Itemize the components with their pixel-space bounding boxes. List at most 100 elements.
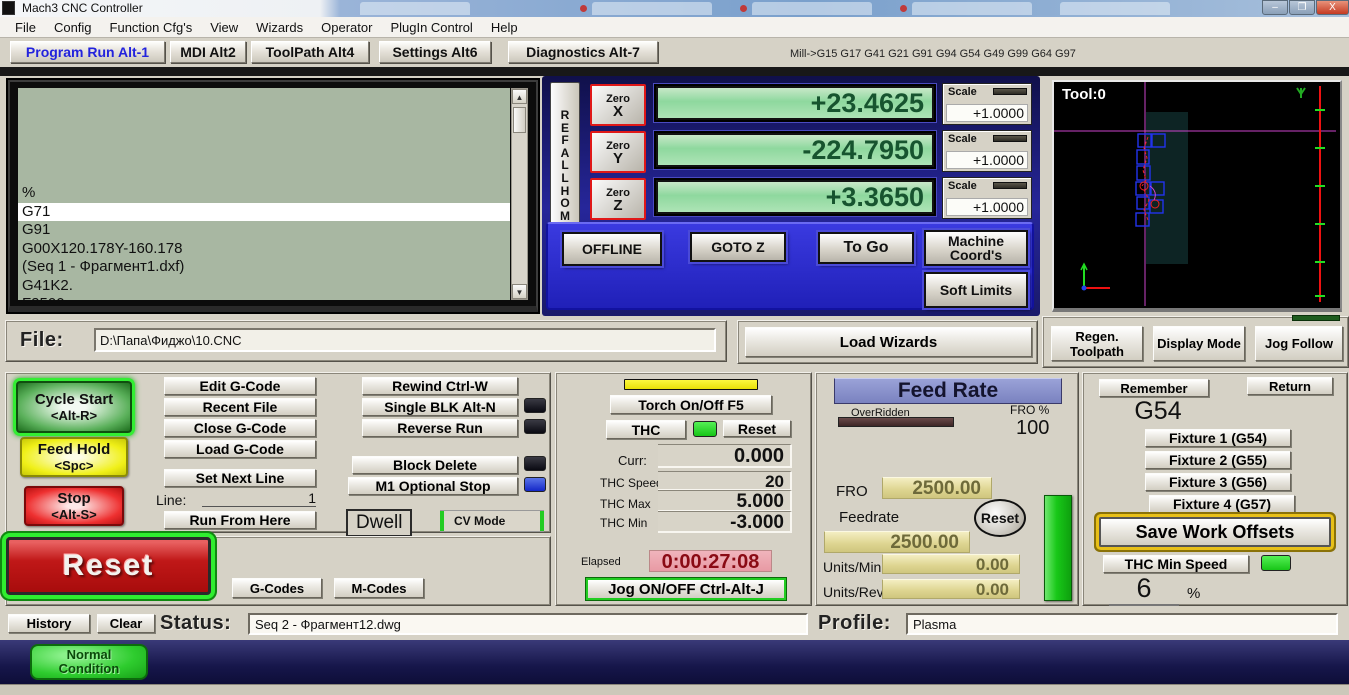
thc-min-value[interactable]: -3.000 (658, 511, 792, 533)
soft-limits-button[interactable]: Soft Limits (924, 272, 1028, 308)
block-delete-button[interactable]: Block Delete (352, 456, 518, 474)
close-button[interactable]: X (1316, 0, 1349, 15)
elapsed-label: Elapsed (581, 556, 621, 568)
ref-all-home-label: REF ALL HOME (559, 109, 571, 235)
m-codes-button[interactable]: M-Codes (334, 578, 424, 598)
thc-max-value[interactable]: 5.000 (658, 490, 792, 512)
scrollbar-thumb[interactable] (513, 107, 526, 133)
fixture-2-button[interactable]: Fixture 2 (G55) (1145, 451, 1291, 469)
remember-button[interactable]: Remember (1099, 379, 1209, 397)
offline-button[interactable]: OFFLINE (562, 232, 662, 266)
recent-file-button[interactable]: Recent File (164, 398, 316, 416)
z-scale-box[interactable]: Scale +1.0000 (942, 177, 1032, 219)
mach3-main-window: Mach3 CNC Controller – ❐ X File Config F… (0, 0, 1349, 695)
feed-hold-hotkey: <Spc> (54, 458, 93, 473)
toolpath-display[interactable]: Tool:0 (1052, 80, 1342, 312)
x-axis-dro[interactable]: +23.4625 (654, 84, 936, 122)
menu-operator[interactable]: Operator (312, 18, 381, 37)
line-number-field[interactable]: 1 (202, 490, 316, 507)
tab-diagnostics[interactable]: Diagnostics Alt-7 (508, 41, 658, 63)
thc-min-speed-value[interactable]: 6 (1109, 573, 1179, 606)
fro-value[interactable]: 2500.00 (882, 477, 992, 499)
load-gcode-button[interactable]: Load G-Code (164, 440, 316, 458)
thc-min-speed-button[interactable]: THC Min Speed (1103, 555, 1249, 573)
background-browser-tab (752, 2, 872, 15)
menu-plugin-control[interactable]: PlugIn Control (381, 18, 481, 37)
torch-on-off-button[interactable]: Torch On/Off F5 (610, 395, 772, 414)
to-go-button[interactable]: To Go (818, 232, 914, 264)
edit-gcode-button[interactable]: Edit G-Code (164, 377, 316, 395)
g-codes-button[interactable]: G-Codes (232, 578, 322, 598)
fro-reset-button[interactable]: Reset (974, 499, 1026, 537)
gcode-scrollbar[interactable]: ▲ ▼ (511, 88, 528, 300)
cv-mode-indicator: CV Mode (440, 511, 544, 531)
feed-hold-button[interactable]: Feed Hold <Spc> (20, 437, 128, 477)
jog-follow-button[interactable]: Jog Follow (1255, 326, 1343, 361)
menu-help[interactable]: Help (482, 18, 527, 37)
z-axis-dro[interactable]: +3.3650 (654, 178, 936, 216)
zero-x-button[interactable]: Zero X (590, 84, 646, 126)
maximize-button[interactable]: ❐ (1289, 0, 1315, 15)
app-icon (2, 1, 15, 15)
tab-mdi[interactable]: MDI Alt2 (170, 41, 246, 63)
block-delete-led (524, 456, 546, 471)
fixture-4-button[interactable]: Fixture 4 (G57) (1149, 495, 1295, 513)
x-scale-box[interactable]: Scale +1.0000 (942, 83, 1032, 125)
stop-button[interactable]: Stop <Alt-S> (24, 486, 124, 526)
rewind-button[interactable]: Rewind Ctrl-W (362, 377, 518, 395)
condition-line1: Normal (67, 648, 112, 662)
menu-function-cfgs[interactable]: Function Cfg's (101, 18, 202, 37)
fixture-1-button[interactable]: Fixture 1 (G54) (1145, 429, 1291, 447)
machine-coords-button[interactable]: Machine Coord's (924, 230, 1028, 266)
zero-z-button[interactable]: Zero Z (590, 178, 646, 220)
file-group: File: D:\Папа\Фиджо\10.CNC (5, 320, 727, 362)
scroll-up-icon[interactable]: ▲ (512, 89, 527, 104)
units-min-value[interactable]: 0.00 (882, 554, 1020, 574)
file-path-field[interactable]: D:\Папа\Фиджо\10.CNC (94, 328, 716, 352)
menu-view[interactable]: View (201, 18, 247, 37)
regen-toolpath-button[interactable]: Regen. Toolpath (1051, 326, 1143, 361)
thc-max-label: THC Max (600, 497, 651, 511)
menu-config[interactable]: Config (45, 18, 101, 37)
goto-z-button[interactable]: GOTO Z (690, 232, 786, 262)
tab-toolpath[interactable]: ToolPath Alt4 (251, 41, 369, 63)
thc-button[interactable]: THC (606, 420, 686, 439)
minimize-button[interactable]: – (1262, 0, 1288, 15)
y-axis-dro[interactable]: -224.7950 (654, 131, 936, 169)
clear-button[interactable]: Clear (97, 614, 155, 633)
gcode-window: % G71 G91 G00X120.178Y-160.178 (Seq 1 - … (8, 80, 538, 312)
scroll-down-icon[interactable]: ▼ (512, 284, 527, 299)
m1-optional-stop-button[interactable]: M1 Optional Stop (348, 477, 518, 495)
gcode-listing[interactable]: % G71 G91 G00X120.178Y-160.178 (Seq 1 - … (18, 88, 510, 300)
thc-reset-button[interactable]: Reset (723, 420, 791, 437)
status-row: History Clear Status: Seq 2 - Фрагмент12… (0, 608, 1349, 640)
zero-y-button[interactable]: Zero Y (590, 131, 646, 173)
profile-field: Plasma (906, 613, 1338, 635)
y-scale-box[interactable]: Scale +1.0000 (942, 130, 1032, 172)
cycle-start-button[interactable]: Cycle Start <Alt-R> (16, 381, 132, 433)
menu-wizards[interactable]: Wizards (247, 18, 312, 37)
display-mode-button[interactable]: Display Mode (1153, 326, 1245, 361)
reset-button[interactable]: Reset (6, 537, 211, 595)
tab-program-run[interactable]: Program Run Alt-1 (10, 41, 165, 63)
fixture-3-button[interactable]: Fixture 3 (G56) (1145, 473, 1291, 491)
history-button[interactable]: History (8, 614, 90, 633)
feedrate-value[interactable]: 2500.00 (824, 531, 970, 553)
units-rev-value[interactable]: 0.00 (882, 579, 1020, 599)
save-work-offsets-button[interactable]: Save Work Offsets (1099, 517, 1331, 547)
curr-value[interactable]: 0.000 (658, 444, 792, 468)
set-next-line-button[interactable]: Set Next Line (164, 469, 316, 487)
m1-optional-stop-led (524, 477, 546, 492)
fro-pct-label: FRO % (1010, 403, 1049, 417)
close-gcode-button[interactable]: Close G-Code (164, 419, 316, 437)
thc-speed-value[interactable]: 20 (658, 471, 792, 491)
run-from-here-button[interactable]: Run From Here (164, 511, 316, 529)
reverse-run-button[interactable]: Reverse Run (362, 419, 518, 437)
return-button[interactable]: Return (1247, 377, 1333, 395)
jog-on-off-button[interactable]: Jog ON/OFF Ctrl-Alt-J (586, 578, 786, 600)
single-blk-button[interactable]: Single BLK Alt-N (362, 398, 518, 416)
tab-settings[interactable]: Settings Alt6 (379, 41, 491, 63)
fro-slider[interactable] (1044, 495, 1072, 601)
menu-file[interactable]: File (6, 18, 45, 37)
load-wizards-button[interactable]: Load Wizards (745, 327, 1032, 357)
